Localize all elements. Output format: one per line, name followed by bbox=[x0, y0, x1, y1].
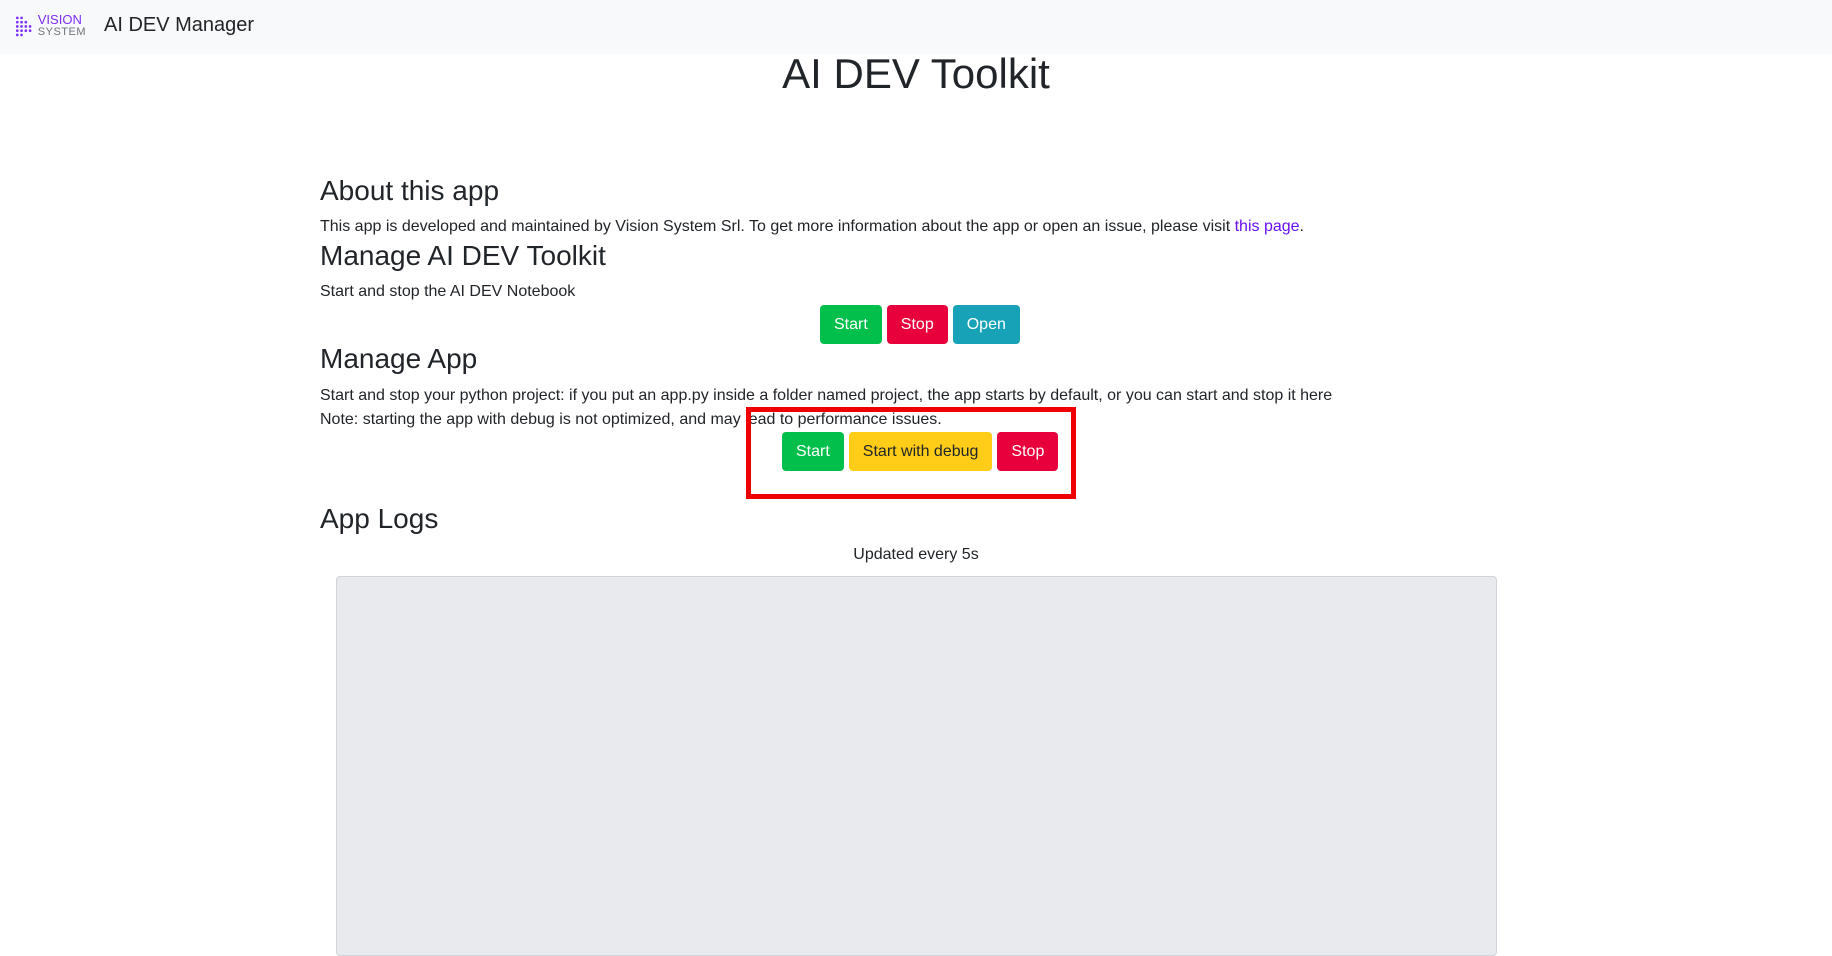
logs-heading: App Logs bbox=[320, 503, 439, 534]
page-title: AI DEV Toolkit bbox=[782, 50, 1050, 97]
toolkit-open-button[interactable]: Open bbox=[952, 305, 1020, 344]
toolkit-start-button[interactable]: Start bbox=[820, 305, 882, 344]
app-stop-button[interactable]: Stop bbox=[997, 432, 1059, 471]
navbar-brand-title[interactable]: AI DEV Manager bbox=[104, 14, 254, 37]
toolkit-stop-button[interactable]: Stop bbox=[886, 305, 948, 344]
app-heading: Manage App bbox=[320, 343, 478, 374]
toolkit-button-group: Start Stop Open bbox=[820, 305, 1020, 344]
top-navbar: VISION SYSTEM AI DEV Manager bbox=[0, 0, 1832, 54]
about-text-tail: . bbox=[1299, 218, 1304, 235]
about-info-link[interactable]: this page bbox=[1235, 218, 1300, 235]
app-description: Start and stop your python project: if y… bbox=[320, 387, 1333, 404]
logo-line-system: SYSTEM bbox=[37, 26, 86, 38]
app-start-debug-button[interactable]: Start with debug bbox=[848, 432, 993, 471]
about-heading: About this app bbox=[320, 175, 500, 206]
app-debug-note: Note: starting the app with debug is not… bbox=[320, 411, 942, 428]
logo-wordmark: VISION SYSTEM bbox=[37, 12, 86, 38]
about-text-lead: This app is developed and maintained by … bbox=[320, 218, 1235, 235]
app-start-button[interactable]: Start bbox=[782, 432, 844, 471]
toolkit-description: Start and stop the AI DEV Notebook bbox=[320, 283, 576, 300]
app-button-group: Start Start with debug Stop bbox=[782, 432, 1059, 471]
logs-update-caption: Updated every 5s bbox=[853, 546, 979, 563]
app-logs-textarea[interactable] bbox=[336, 576, 1497, 956]
toolkit-heading: Manage AI DEV Toolkit bbox=[320, 240, 606, 271]
about-text: This app is developed and maintained by … bbox=[320, 218, 1304, 236]
vision-system-logo[interactable]: VISION SYSTEM bbox=[16, 12, 86, 40]
vision-system-logo-icon bbox=[16, 16, 32, 37]
logo-line-vision: VISION bbox=[37, 12, 82, 27]
